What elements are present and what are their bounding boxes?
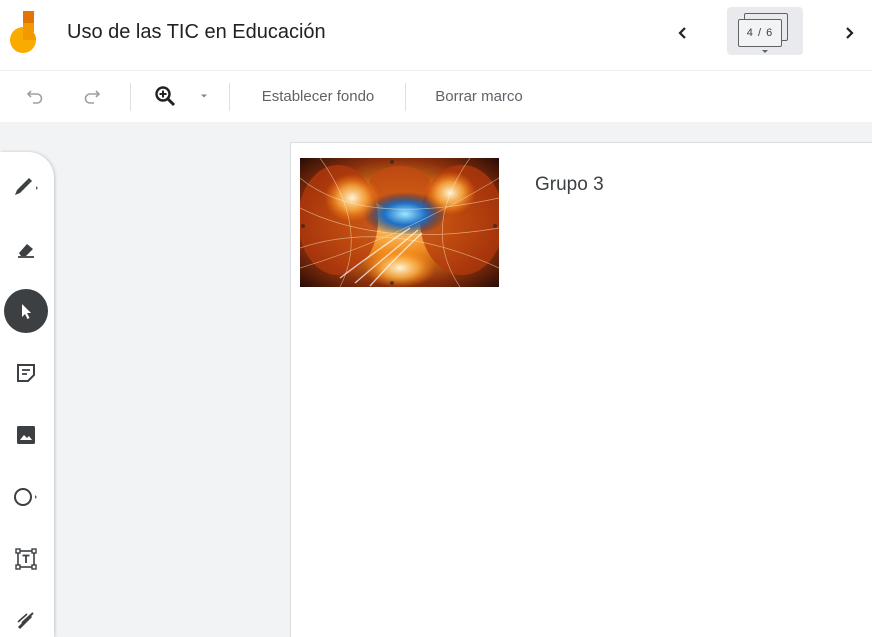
tool-rail	[0, 152, 54, 637]
sticky-note-icon	[17, 364, 35, 382]
circle-shape-icon	[14, 488, 37, 506]
eraser-tool-button[interactable]	[4, 227, 48, 271]
toolbar-divider	[130, 83, 131, 111]
image-icon	[17, 426, 35, 444]
zoom-dropdown-button[interactable]	[196, 81, 212, 111]
laser-tool-button[interactable]	[4, 599, 48, 637]
set-background-button[interactable]: Establecer fondo	[248, 81, 388, 111]
pen-tool-button[interactable]	[4, 165, 48, 209]
toolbar-divider	[405, 83, 406, 111]
select-tool-button[interactable]	[4, 289, 48, 333]
zoom-button[interactable]	[150, 81, 180, 111]
redo-button[interactable]	[77, 81, 107, 111]
top-toolbar: Establecer fondo Borrar marco	[0, 70, 872, 122]
toolbar-divider	[229, 83, 230, 111]
document-title[interactable]: Uso de las TIC en Educación	[67, 21, 326, 44]
eraser-icon	[18, 244, 34, 258]
clear-frame-label: Borrar marco	[435, 87, 523, 105]
previous-frame-button[interactable]	[668, 16, 698, 50]
undo-icon	[26, 90, 43, 104]
jam-canvas[interactable]: Grupo 3	[290, 142, 872, 637]
shape-tool-button[interactable]	[4, 475, 48, 519]
text-box-tool-button[interactable]	[4, 537, 48, 581]
frame-bar-toggle[interactable]: 4 / 6	[727, 7, 803, 55]
pen-icon	[15, 178, 38, 195]
next-frame-button[interactable]	[834, 16, 864, 50]
caret-down-icon	[201, 94, 207, 98]
redo-icon	[84, 90, 101, 104]
workspace: Grupo 3	[0, 122, 872, 637]
sticky-note-tool-button[interactable]	[4, 351, 48, 395]
chevron-left-icon	[678, 27, 686, 39]
chevron-right-icon	[846, 27, 854, 39]
laser-icon	[17, 612, 34, 630]
image-tool-button[interactable]	[4, 413, 48, 457]
zoom-in-icon	[155, 86, 176, 107]
text-box-grupo[interactable]: Grupo 3	[535, 174, 604, 196]
abstract-fractal-image[interactable]	[300, 158, 499, 287]
text-box-icon	[15, 548, 37, 570]
frame-counter-label: 4 / 6	[738, 19, 782, 47]
jamboard-logo-icon	[10, 11, 36, 53]
set-background-label: Establecer fondo	[261, 87, 375, 105]
app-header: Uso de las TIC en Educación 4 / 6	[0, 0, 872, 70]
caret-down-icon	[762, 50, 768, 53]
select-arrow-icon	[22, 304, 31, 319]
clear-frame-button[interactable]: Borrar marco	[424, 81, 534, 111]
undo-button[interactable]	[20, 81, 50, 111]
